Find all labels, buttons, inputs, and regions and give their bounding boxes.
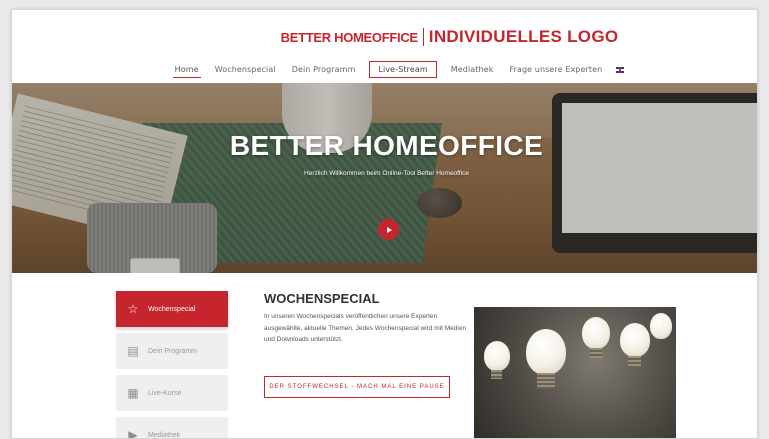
logo[interactable]: BETTER HOMEOFFICE INDIVIDUELLES LOGO <box>12 27 757 47</box>
nav-item-mediathek[interactable]: Mediathek <box>449 62 496 77</box>
hero-title: BETTER HOMEOFFICE <box>229 130 544 161</box>
star-icon: ☆ <box>127 302 139 316</box>
sidebar-item-label: Wochenspecial <box>148 305 196 313</box>
sidebar-item-mediathek[interactable]: ▶ Mediathek <box>116 417 228 439</box>
sidebar-item-dein-programm[interactable]: ▤ Dein Programm <box>116 333 228 369</box>
sidebar-item-label: Live-Kurse <box>148 389 182 397</box>
main-nav: Home Wochenspecial Dein Programm Live-St… <box>12 61 757 78</box>
play-icon <box>386 226 392 233</box>
list-icon: ▤ <box>127 344 139 358</box>
sidebar-item-live-kurse[interactable]: ▦ Live-Kurse <box>116 375 228 411</box>
play-icon: ▶ <box>128 428 138 439</box>
lightbulbs-image <box>474 307 676 438</box>
nav-item-frage-experten[interactable]: Frage unsere Experten <box>507 62 604 77</box>
sidebar: ☆ Wochenspecial ▤ Dein Programm ▦ Live-K… <box>116 291 228 439</box>
hero-subtitle: Herzlich Willkommen beim Online-Tool Bet… <box>304 170 469 177</box>
sidebar-item-label: Mediathek <box>148 431 181 439</box>
logo-sub-text: INDIVIDUELLES LOGO <box>428 27 619 46</box>
nav-item-dein-programm[interactable]: Dein Programm <box>290 62 358 77</box>
nav-item-wochenspecial[interactable]: Wochenspecial <box>213 62 278 77</box>
hero-banner: BETTER HOMEOFFICE Herzlich Willkommen be… <box>12 83 757 273</box>
sidebar-item-label: Dein Programm <box>148 347 198 355</box>
sidebar-item-wochenspecial[interactable]: ☆ Wochenspecial <box>116 291 228 327</box>
section-title: WOCHENSPECIAL <box>264 291 380 306</box>
uk-flag-icon[interactable] <box>616 66 625 73</box>
hero-play-button[interactable] <box>378 219 399 240</box>
logo-divider <box>422 28 424 46</box>
page-frame: BETTER HOMEOFFICE INDIVIDUELLES LOGO Hom… <box>11 9 758 439</box>
nav-item-live-stream[interactable]: Live-Stream <box>369 61 437 78</box>
calendar-icon: ▦ <box>127 386 139 400</box>
logo-main-text: BETTER HOMEOFFICE <box>280 29 418 45</box>
hero-overlay <box>12 83 757 273</box>
section-description: In unseren Wochenspecials veröffentliche… <box>264 313 467 343</box>
article-cta-button[interactable]: DER STOFFWECHSEL - MACH MAL EINE PAUSE <box>264 376 450 398</box>
nav-item-home[interactable]: Home <box>172 62 201 78</box>
